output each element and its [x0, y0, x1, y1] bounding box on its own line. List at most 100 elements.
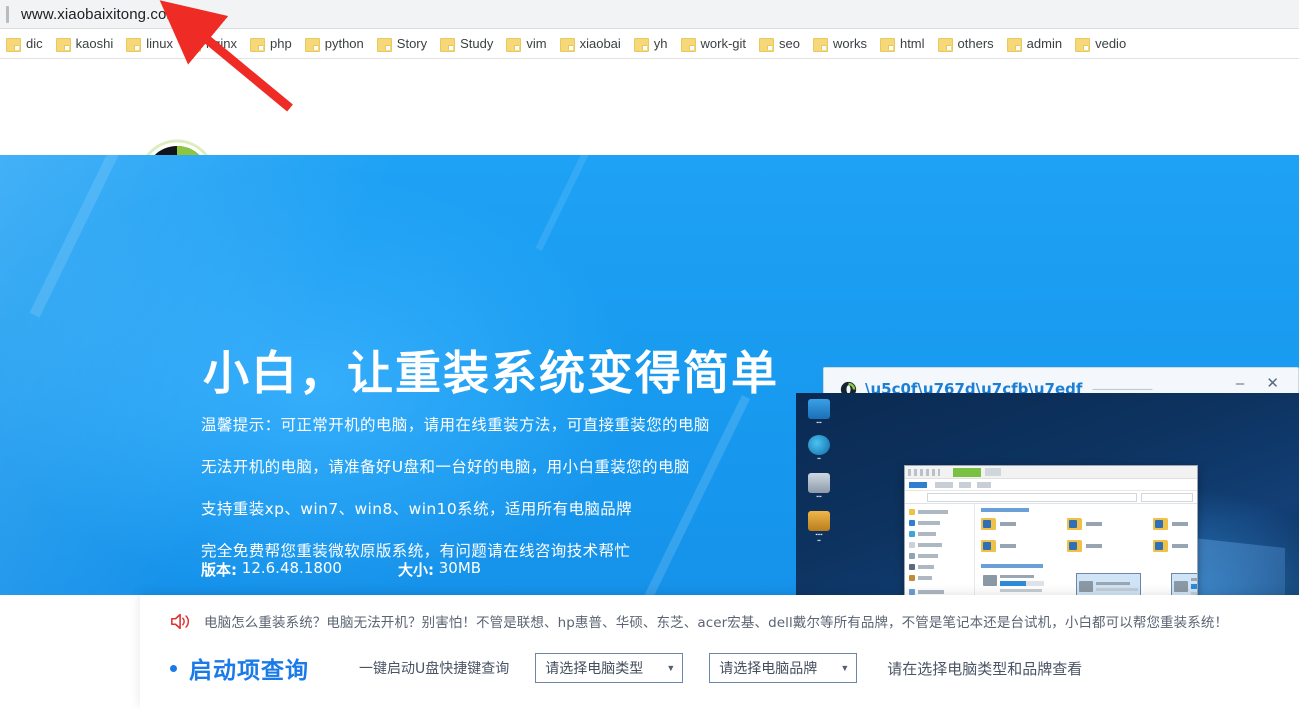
address-bar[interactable]: www.xiaobaixitong.com: [0, 0, 1299, 29]
hero-banner: 小白，让重装系统变得简单 温馨提示：可正常开机的电脑，请用在线重装方法，可直接重…: [0, 155, 1299, 595]
bookmark-item[interactable]: html: [879, 36, 925, 52]
desktop-icon-edge[interactable]: ▪▪: [802, 435, 836, 463]
bookmark-label: admin: [1026, 36, 1063, 51]
bookmarks-bar[interactable]: dic kaoshi linux nginx php python Story Study vi…: [0, 29, 1299, 59]
hero-line: 无法开机的电脑，请准备好U盘和一台好的电脑，用小白重装您的电脑: [201, 458, 690, 476]
folder-icon: [1006, 37, 1022, 52]
bookmark-item[interactable]: seo: [759, 36, 801, 52]
explorer-folder-item[interactable]: [1067, 518, 1153, 530]
bookmark-label: yh: [653, 36, 668, 51]
hero-line: 温馨提示：可正常开机的电脑，请用在线重装方法，可直接重装您的电脑: [201, 416, 710, 434]
bookmark-label: php: [270, 36, 292, 51]
folder-icon: [559, 37, 575, 52]
computer-type-select-value: 请选择电脑类型: [545, 661, 644, 677]
folder-icon: [440, 37, 456, 52]
explorer-folder-item[interactable]: [1153, 540, 1197, 552]
explorer-content[interactable]: [975, 504, 1197, 595]
bookmark-item[interactable]: dic: [6, 36, 43, 52]
folder-icon: [1075, 37, 1091, 52]
explorer-path-box[interactable]: [927, 493, 1137, 502]
windows-desktop: ▪▪▪ ▪▪ ▪▪▪ ▪▪▪▪ ▪▪: [796, 393, 1299, 595]
browser-window: www.xiaobaixitong.com dic kaoshi linux ngin…: [0, 0, 1299, 709]
explorer-sidebar[interactable]: [905, 504, 975, 595]
bookmark-item[interactable]: works: [813, 36, 867, 52]
explorer-folder-item[interactable]: [981, 518, 1067, 530]
bookmark-item[interactable]: others: [937, 36, 994, 52]
bookmark-label: work-git: [700, 36, 747, 51]
bookmark-label: seo: [779, 36, 801, 51]
bookmark-label: vedio: [1095, 36, 1127, 51]
window-controls[interactable]: – ✕: [1236, 374, 1288, 392]
boot-key-query-row: 启动项查询 一键启动U盘快捷键查询 请选择电脑类型 ▼ 请选择电脑品牌 ▼ 请在…: [170, 651, 1082, 685]
folder-icon: [6, 37, 21, 52]
explorer-folder-item[interactable]: [1067, 540, 1153, 552]
hero-line: 支持重装xp、win7、win8、win10系统，适用所有电脑品牌: [201, 500, 633, 518]
bookmark-label: vim: [526, 36, 547, 51]
hero-title: 小白，让重装系统变得简单: [203, 346, 779, 400]
computer-brand-select[interactable]: 请选择电脑品牌 ▼: [709, 653, 858, 683]
bookmark-label: Story: [396, 36, 428, 51]
explorer-drive-item-selected[interactable]: [1171, 573, 1197, 595]
chevron-down-icon: ▼: [840, 663, 850, 673]
size-label: 大小:: [397, 561, 434, 579]
explorer-folder-grid[interactable]: [981, 518, 1197, 562]
desktop-icon-recycle-bin[interactable]: ▪▪▪: [802, 473, 836, 501]
folder-icon: [879, 37, 895, 52]
boot-query-title[interactable]: 启动项查询: [189, 651, 309, 685]
folder-icon: [376, 37, 392, 52]
desktop-icon-app[interactable]: ▪▪▪▪ ▪▪: [802, 511, 836, 544]
size-value: 30MB: [438, 559, 482, 577]
desktop-icon-computer[interactable]: ▪▪▪: [802, 399, 836, 427]
explorer-drive-list[interactable]: [981, 564, 1197, 595]
info-panel: 电脑怎么重装系统？电脑无法开机？别害怕！不管是联想、hp惠普、华硕、东芝、ace…: [140, 595, 1299, 709]
explorer-address-bar[interactable]: [905, 491, 1197, 504]
address-bar-url[interactable]: www.xiaobaixitong.com: [21, 6, 179, 23]
bookmark-item[interactable]: Story: [376, 36, 428, 52]
bookmark-label: kaoshi: [75, 36, 114, 51]
explorer-tab-bar[interactable]: [905, 466, 1197, 479]
bookmark-item[interactable]: vedio: [1075, 36, 1127, 52]
folder-icon: [633, 37, 649, 52]
version-label: 版本:: [201, 561, 237, 579]
decorative-streak: [535, 155, 617, 251]
bookmark-item[interactable]: work-git: [680, 36, 747, 52]
explorer-drive-item[interactable]: [1076, 573, 1141, 595]
decorative-streak: [29, 155, 136, 318]
bookmark-item[interactable]: xiaobai: [559, 36, 621, 52]
product-screenshot: \u5c0f\u767d\u7cfb\u7edf —————— – ✕ ▪▪▪ …: [796, 367, 1299, 595]
bookmark-item[interactable]: linux: [126, 36, 173, 52]
bookmark-item[interactable]: admin: [1006, 36, 1063, 52]
folder-icon: [250, 37, 266, 52]
explorer-ribbon[interactable]: [905, 479, 1197, 491]
explorer-tab[interactable]: [985, 468, 1001, 476]
folder-icon: [55, 37, 71, 52]
bookmark-item[interactable]: yh: [633, 36, 668, 52]
bookmark-label: works: [833, 36, 867, 51]
version-value: 12.6.48.1800: [241, 559, 342, 577]
explorer-active-tab[interactable]: [953, 468, 981, 477]
hero-line: 完全免费帮您重装微软原版系统，有问题请在线咨询技术帮忙: [201, 542, 631, 560]
explorer-folder-item[interactable]: [981, 540, 1067, 552]
bookmark-item[interactable]: Study: [440, 36, 494, 52]
bookmark-item[interactable]: python: [304, 36, 364, 52]
explorer-drive-item[interactable]: [981, 573, 1046, 595]
notice-text: 电脑怎么重装系统？电脑无法开机？别害怕！不管是联想、hp惠普、华硕、东芝、ace…: [204, 615, 1229, 631]
boot-query-hint: 请在选择电脑类型和品牌查看: [887, 659, 1083, 678]
bullet-icon: [170, 664, 177, 672]
explorer-search-box[interactable]: [1141, 493, 1193, 502]
folder-icon: [506, 37, 522, 52]
notice-bar: 电脑怎么重装系统？电脑无法开机？别害怕！不管是联想、hp惠普、华硕、东芝、ace…: [170, 611, 1228, 631]
explorer-folder-item[interactable]: [1153, 518, 1197, 530]
bookmark-item[interactable]: kaoshi: [55, 36, 114, 52]
bookmark-item[interactable]: vim: [506, 36, 547, 52]
computer-type-select[interactable]: 请选择电脑类型 ▼: [535, 653, 684, 683]
bookmark-label: Study: [460, 36, 494, 51]
bookmark-item[interactable]: php: [250, 36, 292, 52]
boot-query-subtitle: 一键启动U盘快捷键查询: [359, 661, 510, 677]
bookmark-item[interactable]: nginx: [185, 36, 237, 52]
hero-description: 温馨提示：可正常开机的电脑，请用在线重装方法，可直接重装您的电脑 无法开机的电脑，…: [201, 413, 710, 581]
folder-icon: [937, 37, 953, 52]
folder-icon: [813, 37, 829, 52]
bookmark-label: xiaobai: [579, 36, 621, 51]
bookmark-label: python: [324, 36, 364, 51]
